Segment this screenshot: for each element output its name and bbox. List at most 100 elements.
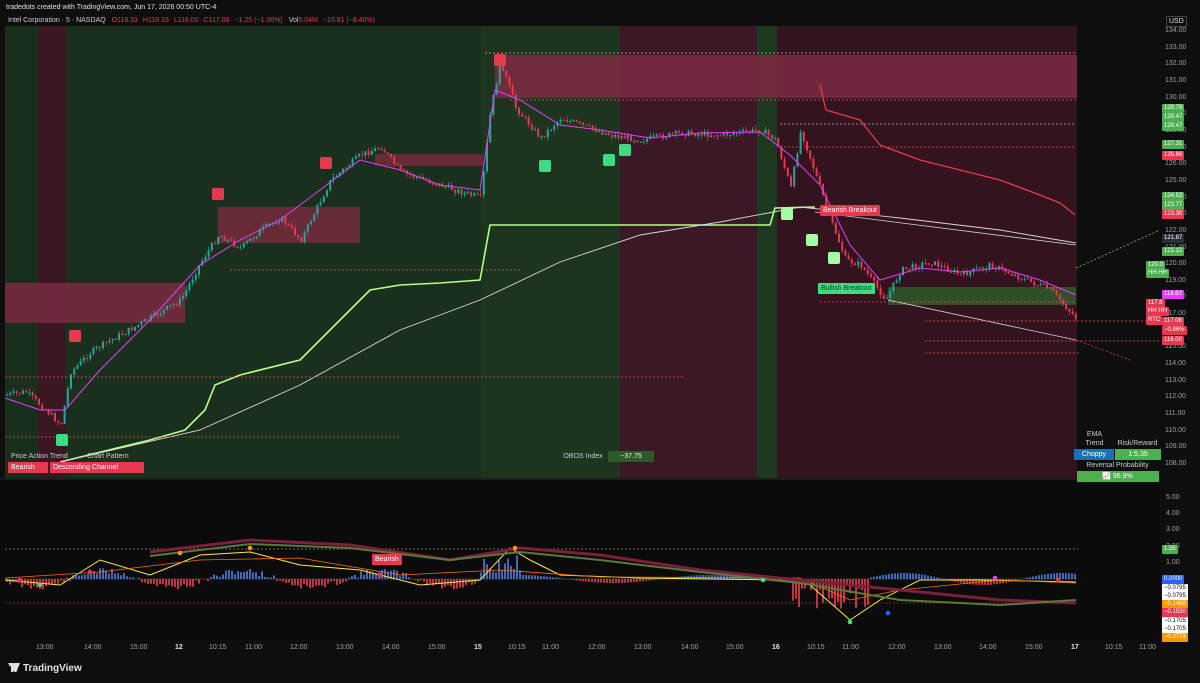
histogram-bar	[222, 574, 224, 579]
histogram-bar	[474, 579, 476, 584]
candle-body	[876, 280, 879, 288]
buy-signal-icon[interactable]	[539, 160, 551, 172]
candle-body	[617, 134, 620, 138]
trend-chart-icon: 📈	[1102, 473, 1113, 480]
candle-body	[127, 327, 130, 335]
histogram-bar	[324, 579, 326, 587]
candle-body	[905, 266, 908, 269]
projection-line	[1075, 339, 1131, 361]
sell-signal-icon[interactable]	[494, 54, 506, 66]
candle-body	[745, 129, 748, 132]
histogram-bar	[888, 574, 890, 579]
histogram-bar	[894, 573, 896, 579]
time-axis-tick: 11:00	[542, 644, 559, 651]
candle-body	[508, 76, 511, 86]
candle-body	[742, 129, 744, 132]
candle-body	[63, 405, 66, 424]
time-axis-tick: 14:00	[84, 644, 102, 651]
time-axis-tick: 13:00	[336, 644, 354, 651]
candle-body	[521, 114, 524, 117]
histogram-bar	[90, 573, 92, 579]
candle-body	[143, 319, 146, 322]
tradingview-chart-window: tradedots created with TradingView.com, …	[0, 0, 1200, 683]
tradingview-logo[interactable]: TradingView	[8, 663, 82, 674]
histogram-bar	[891, 573, 893, 579]
chart-canvas[interactable]	[0, 0, 1200, 683]
candle-body	[79, 360, 82, 366]
candle-body	[162, 309, 165, 314]
candle-body	[12, 391, 15, 393]
buy-signal-icon[interactable]	[603, 154, 615, 166]
obos-title: OBOS Index	[563, 453, 603, 460]
sell-signal-icon[interactable]	[320, 157, 332, 169]
histogram-bar	[309, 579, 311, 588]
candle-body	[991, 263, 994, 269]
histogram-bar	[1017, 579, 1019, 580]
histogram-bar	[924, 574, 926, 579]
price-tag: 116.00	[1162, 336, 1184, 345]
histogram-bar	[231, 570, 233, 579]
candle-body	[569, 121, 572, 123]
candle-body	[1062, 299, 1064, 304]
reversal-probability-value: 📈 96.9%	[1076, 471, 1159, 482]
candle-body	[137, 324, 140, 327]
oscillator-tag: 0.0000	[1162, 575, 1185, 584]
candle-body	[716, 135, 719, 137]
candle-body	[38, 398, 40, 405]
buy-signal-icon[interactable]	[781, 208, 793, 220]
histogram-bar	[714, 575, 716, 579]
candle-body	[361, 154, 364, 156]
candle-body	[322, 196, 325, 203]
buy-signal-icon[interactable]	[806, 234, 818, 246]
histogram-bar	[639, 579, 641, 582]
candle-body	[873, 276, 876, 281]
candle-body	[1052, 287, 1055, 291]
candle-body	[297, 235, 300, 238]
histogram-bar	[198, 579, 200, 584]
price-tag: 127.31	[1162, 140, 1185, 149]
candle-body	[121, 333, 124, 335]
oscillator-axis-tick: 3.00	[1166, 526, 1180, 534]
histogram-bar	[885, 574, 887, 579]
histogram-bar	[303, 579, 305, 584]
histogram-bar	[861, 579, 863, 591]
buy-signal-icon[interactable]	[619, 144, 631, 156]
histogram-bar	[354, 574, 356, 579]
buy-signal-icon[interactable]	[56, 434, 68, 446]
histogram-bar	[936, 577, 938, 579]
histogram-bar	[1002, 579, 1004, 584]
histogram-bar	[909, 573, 911, 579]
candle-body	[178, 298, 181, 306]
candle-body	[1020, 279, 1023, 281]
sell-signal-icon[interactable]	[212, 188, 224, 200]
histogram-bar	[117, 573, 119, 579]
price-tag: 123.30	[1162, 210, 1185, 219]
candle-body	[169, 305, 172, 307]
oscillator-dot	[1055, 577, 1061, 583]
candle-body	[1039, 283, 1042, 286]
time-axis-tick: 15:00	[726, 644, 744, 651]
price-axis-tick: 133.00	[1165, 43, 1187, 51]
time-axis-tick: 17	[1071, 644, 1079, 651]
histogram-bar	[456, 579, 458, 589]
oscillator-axis-tick: 5.00	[1166, 494, 1180, 501]
histogram-bar	[561, 578, 563, 579]
histogram-bar	[579, 579, 581, 581]
candle-body	[790, 176, 792, 187]
histogram-bar	[1074, 573, 1076, 579]
buy-signal-icon[interactable]	[828, 252, 840, 264]
candle-body	[588, 124, 591, 126]
candle-body	[377, 148, 380, 150]
sell-signal-icon[interactable]	[69, 330, 81, 342]
candle-body	[1026, 278, 1029, 280]
candle-body	[284, 216, 287, 225]
candle-body	[313, 214, 316, 222]
histogram-bar	[294, 579, 296, 586]
histogram-bar	[1050, 573, 1052, 579]
histogram-bar	[459, 579, 461, 588]
candle-body	[764, 130, 767, 134]
candle-body	[223, 236, 226, 242]
candle-body	[18, 392, 21, 394]
histogram-bar	[915, 573, 917, 579]
histogram-bar	[537, 575, 539, 579]
